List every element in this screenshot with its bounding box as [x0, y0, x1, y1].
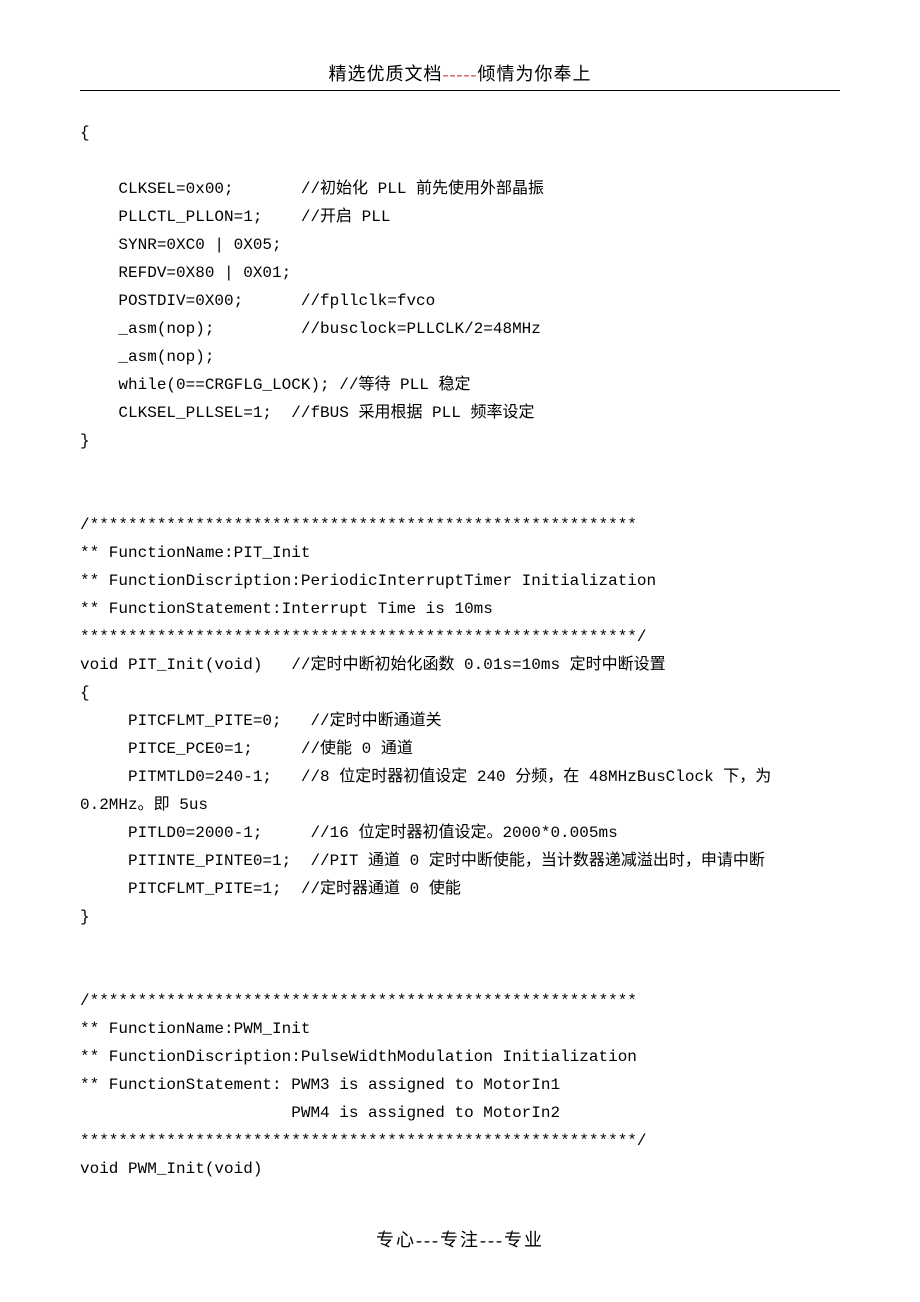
code-line: {: [80, 684, 90, 702]
code-line: PWM4 is assigned to MotorIn2: [80, 1104, 560, 1122]
header-prefix: 精选优质文档: [329, 64, 443, 84]
header-suffix: 倾情为你奉上: [477, 64, 591, 84]
code-line: CLKSEL_PLLSEL=1; //fBUS 采用根据 PLL 频率设定: [80, 404, 534, 422]
code-line: SYNR=0XC0 | 0X05;: [80, 236, 282, 254]
code-line: PITCE_PCE0=1; //使能 0 通道: [80, 740, 413, 758]
code-line: ** FunctionDiscription:PeriodicInterrupt…: [80, 572, 656, 590]
page-header: 精选优质文档-----倾情为你奉上: [80, 60, 840, 90]
code-line: ****************************************…: [80, 1132, 647, 1150]
code-line: ** FunctionName:PIT_Init: [80, 544, 310, 562]
code-content: { CLKSEL=0x00; //初始化 PLL 前先使用外部晶振 PLLCTL…: [80, 119, 840, 1183]
code-line: REFDV=0X80 | 0X01;: [80, 264, 291, 282]
code-line: void PIT_Init(void) //定时中断初始化函数 0.01s=10…: [80, 656, 666, 674]
code-line: ****************************************…: [80, 628, 647, 646]
code-line: }: [80, 432, 90, 450]
header-separator: -----: [443, 64, 478, 84]
code-line: _asm(nop);: [80, 348, 214, 366]
document-page: 精选优质文档-----倾情为你奉上 { CLKSEL=0x00; //初始化 P…: [0, 0, 920, 1223]
code-line: PITLD0=2000-1; //16 位定时器初值设定。2000*0.005m…: [80, 824, 618, 842]
code-line: POSTDIV=0X00; //fpllclk=fvco: [80, 292, 435, 310]
footer-text: 专心---专注---专业: [376, 1230, 544, 1250]
code-line: /***************************************…: [80, 992, 637, 1010]
code-line: PITINTE_PINTE0=1; //PIT 通道 0 定时中断使能，当计数器…: [80, 852, 765, 870]
code-line: PLLCTL_PLLON=1; //开启 PLL: [80, 208, 390, 226]
code-line: void PWM_Init(void): [80, 1160, 262, 1178]
code-line: _asm(nop); //busclock=PLLCLK/2=48MHz: [80, 320, 541, 338]
code-line: PITMTLD0=240-1; //8 位定时器初值设定 240 分频，在 48…: [80, 768, 771, 786]
code-line: 0.2MHz。即 5us: [80, 796, 208, 814]
code-line: CLKSEL=0x00; //初始化 PLL 前先使用外部晶振: [80, 180, 544, 198]
code-line: PITCFLMT_PITE=0; //定时中断通道关: [80, 712, 442, 730]
code-line: /***************************************…: [80, 516, 637, 534]
code-line: while(0==CRGFLG_LOCK); //等待 PLL 稳定: [80, 376, 470, 394]
code-line: PITCFLMT_PITE=1; //定时器通道 0 使能: [80, 880, 461, 898]
code-line: ** FunctionStatement: PWM3 is assigned t…: [80, 1076, 560, 1094]
page-footer: 专心---专注---专业: [0, 1226, 920, 1252]
code-line: }: [80, 908, 90, 926]
code-line: ** FunctionStatement:Interrupt Time is 1…: [80, 600, 493, 618]
header-divider: [80, 90, 840, 91]
code-line: {: [80, 124, 90, 142]
code-line: ** FunctionName:PWM_Init: [80, 1020, 310, 1038]
code-line: ** FunctionDiscription:PulseWidthModulat…: [80, 1048, 637, 1066]
